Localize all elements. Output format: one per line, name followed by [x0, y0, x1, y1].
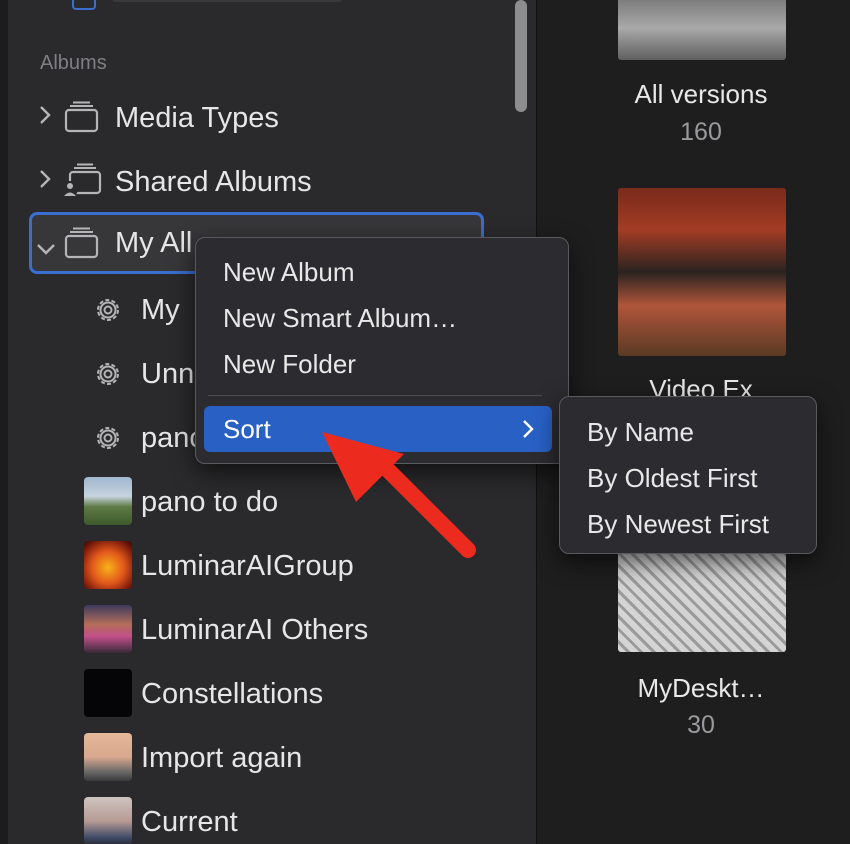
- annotation-arrow-icon: [322, 432, 476, 558]
